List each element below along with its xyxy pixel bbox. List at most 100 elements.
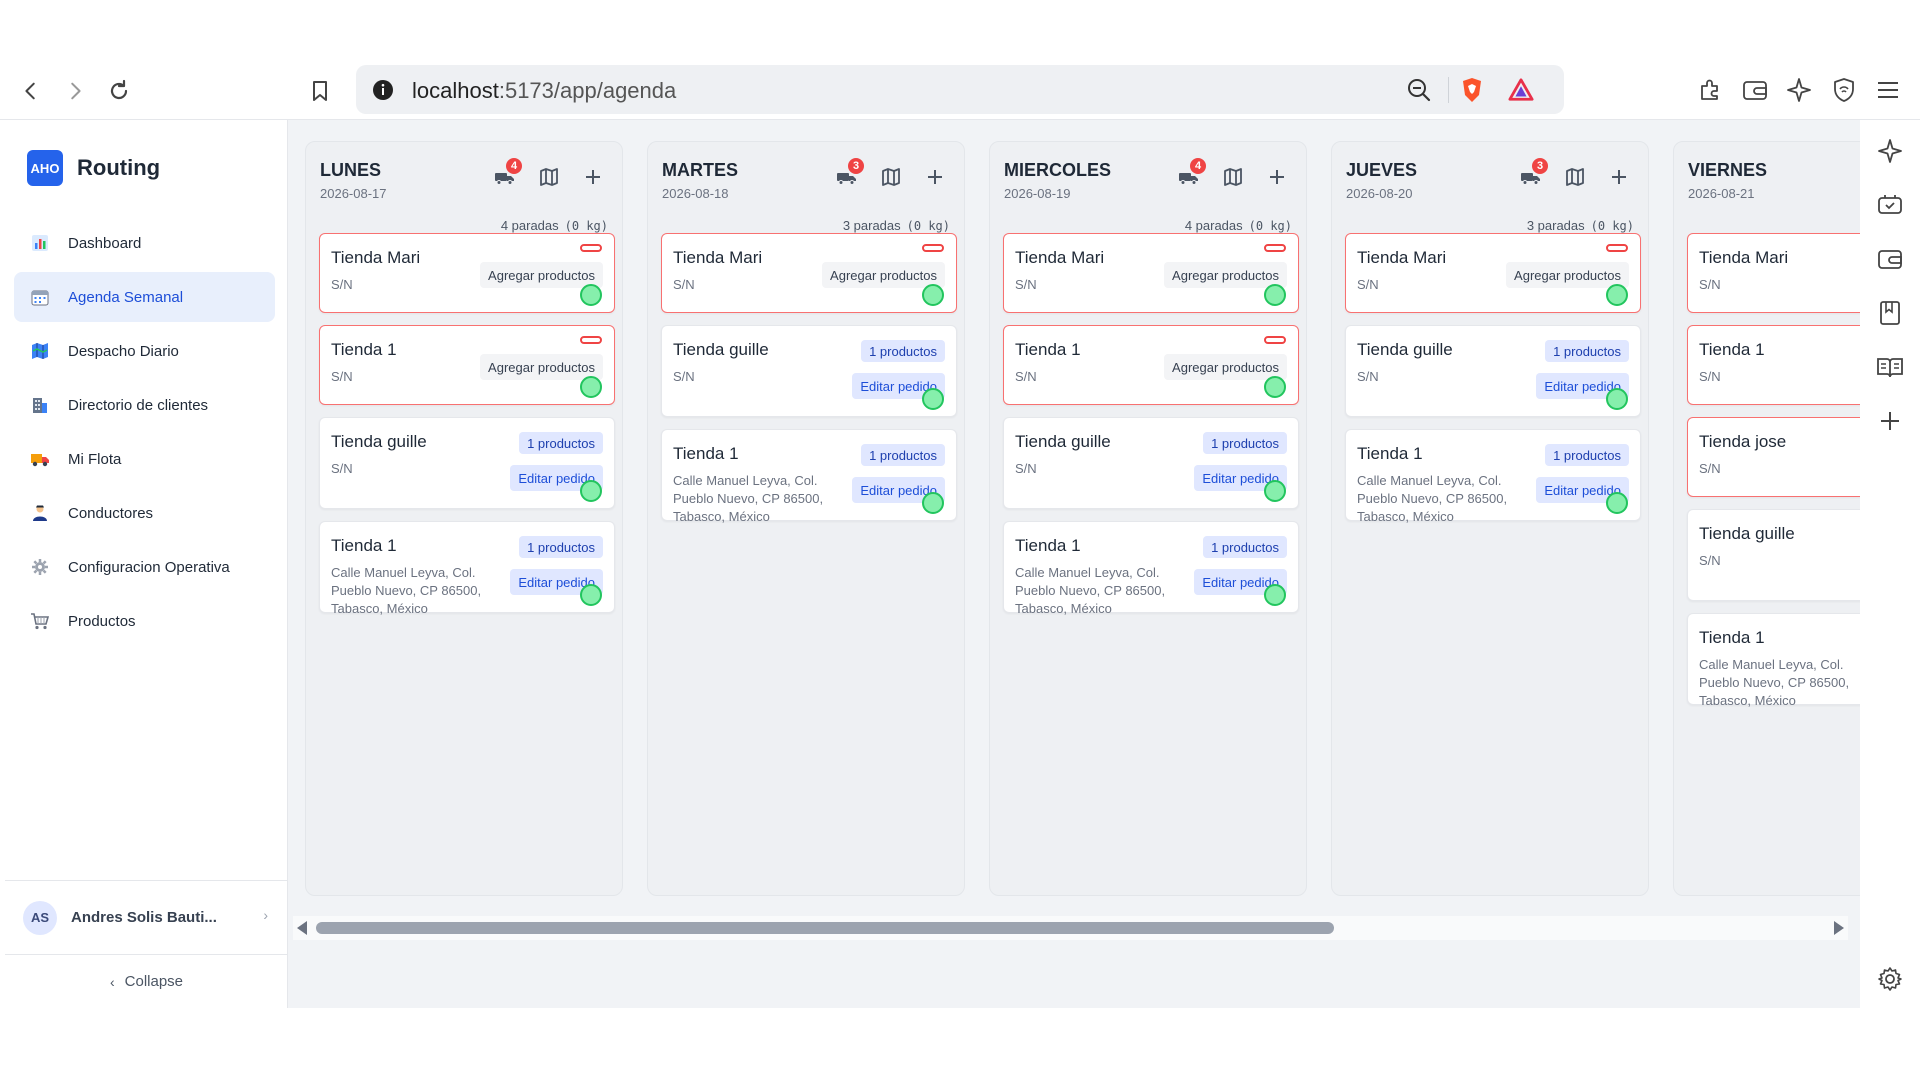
status-ok-icon xyxy=(1606,388,1628,410)
add-stop-button[interactable] xyxy=(578,164,608,194)
stop-card[interactable]: Tienda 1 S/N Agregar productos xyxy=(1003,325,1299,405)
remove-stop-icon[interactable] xyxy=(1264,244,1286,252)
stop-card[interactable]: Tienda Mari S/N Agregar productos xyxy=(661,233,957,313)
brave-rewards-icon[interactable] xyxy=(1508,77,1534,103)
stop-card[interactable]: Tienda MariS/NAg xyxy=(1687,233,1860,313)
stop-card[interactable]: Tienda 1 Calle Manuel Leyva, Col. Pueblo … xyxy=(1003,521,1299,616)
sidebar-item-despacho-diario[interactable]: Despacho Diario xyxy=(14,326,275,376)
scroll-right-icon[interactable] xyxy=(1834,921,1844,935)
add-products-button[interactable]: Agregar productos xyxy=(1164,262,1287,288)
leo-ai-icon[interactable] xyxy=(1783,74,1815,106)
assign-truck-button[interactable]: 4 xyxy=(490,158,522,194)
scrollbar-thumb[interactable] xyxy=(316,922,1334,934)
horizontal-scrollbar[interactable] xyxy=(293,916,1848,940)
menu-icon[interactable] xyxy=(1872,74,1904,106)
site-info-icon[interactable] xyxy=(370,77,396,103)
stop-card[interactable]: Tienda 1 Calle Manuel Leyva, Col. Pueblo … xyxy=(319,521,615,616)
add-stop-button[interactable] xyxy=(1604,164,1634,194)
add-products-button[interactable]: Agregar productos xyxy=(1164,354,1287,380)
remove-stop-icon[interactable] xyxy=(580,244,602,252)
forward-icon[interactable] xyxy=(58,74,92,108)
add-icon[interactable] xyxy=(1876,407,1904,435)
day-date: 2026-08-19 xyxy=(1004,186,1071,201)
sidebar-item-conductores[interactable]: Conductores xyxy=(14,488,275,538)
collapse-button[interactable]: ‹ Collapse xyxy=(5,954,288,1008)
store-name: Tienda 1 xyxy=(331,536,397,555)
window-bottom xyxy=(0,1008,1920,1080)
view-map-button[interactable] xyxy=(534,164,564,194)
remove-stop-icon[interactable] xyxy=(580,336,602,344)
sidebar-item-productos[interactable]: Productos xyxy=(14,596,275,646)
stop-card[interactable]: Tienda guille S/N 1 productos Editar pedido xyxy=(319,417,615,509)
sidebar-item-directorio-de-clientes[interactable]: Directorio de clientes xyxy=(14,380,275,430)
add-products-button[interactable]: Agregar productos xyxy=(1506,262,1629,288)
talk-icon[interactable] xyxy=(1876,191,1904,219)
add-products-button[interactable]: Agregar productos xyxy=(480,354,603,380)
sidebar-item-configuracion-operativa[interactable]: Configuracion Operativa xyxy=(14,542,275,592)
extensions-icon[interactable] xyxy=(1694,74,1726,106)
stop-card[interactable]: Tienda Mari S/N Agregar productos xyxy=(1003,233,1299,313)
products-count-badge: 1 productos xyxy=(1545,340,1629,362)
assign-truck-button[interactable]: 3 xyxy=(1516,158,1548,194)
remove-stop-icon[interactable] xyxy=(922,244,944,252)
column-summary: 4 paradas (0 kg) xyxy=(501,218,608,233)
brave-shield-icon[interactable] xyxy=(1459,77,1485,103)
settings-gear-icon[interactable] xyxy=(1876,965,1904,993)
zoom-out-icon[interactable] xyxy=(1406,77,1432,103)
status-ok-icon xyxy=(1606,492,1628,514)
stop-card[interactable]: Tienda guille S/N 1 productos Editar pedido xyxy=(1345,325,1641,417)
add-products-button[interactable]: Agregar productos xyxy=(822,262,945,288)
url-text[interactable]: localhost:5173/app/agenda xyxy=(412,78,676,104)
back-icon[interactable] xyxy=(14,74,48,108)
stop-card[interactable]: Tienda guille S/N 1 productos Editar pedido xyxy=(1003,417,1299,509)
reload-icon[interactable] xyxy=(102,74,136,108)
remove-stop-icon[interactable] xyxy=(1264,336,1286,344)
browser-toolbar: localhost:5173/app/agenda xyxy=(0,60,1920,120)
map-book-icon xyxy=(30,341,50,361)
add-stop-button[interactable] xyxy=(1262,164,1292,194)
bookmarks-icon[interactable] xyxy=(1876,299,1904,327)
building-icon xyxy=(30,395,50,415)
user-profile[interactable]: AS Andres Solis Bauti... › xyxy=(5,880,288,954)
stop-card[interactable]: Tienda guille S/N 1 productos Editar pedido xyxy=(661,325,957,417)
remove-stop-icon[interactable] xyxy=(1606,244,1628,252)
stop-card[interactable]: Tienda joseS/NAg xyxy=(1687,417,1860,497)
status-ok-icon xyxy=(580,284,602,306)
leo-icon[interactable] xyxy=(1876,137,1904,165)
url-divider xyxy=(1448,77,1449,103)
weekly-board: LUNES 2026-08-17 4 4 paradas (0 kg) Tienda Ma… xyxy=(305,141,1860,896)
address-bar[interactable]: localhost:5173/app/agenda xyxy=(356,65,1564,114)
stops-count: 4 paradas xyxy=(1184,218,1243,233)
vpn-shield-icon[interactable] xyxy=(1828,74,1860,106)
bookmark-icon[interactable] xyxy=(303,74,337,108)
view-map-button[interactable] xyxy=(1560,164,1590,194)
stop-card[interactable]: Tienda 1 Calle Manuel Leyva, Col. Pueblo … xyxy=(1687,613,1860,708)
stop-card[interactable]: Tienda 1 Calle Manuel Leyva, Col. Pueblo … xyxy=(661,429,957,524)
products-count-badge: 1 productos xyxy=(519,536,603,558)
day-column-miercoles: MIERCOLES 2026-08-19 4 4 paradas (0 kg) Tiend… xyxy=(989,141,1307,896)
stops-count: 4 paradas xyxy=(500,218,559,233)
store-address: S/N xyxy=(673,369,695,384)
scroll-left-icon[interactable] xyxy=(297,921,307,935)
sidebar-item-agenda-semanal[interactable]: Agenda Semanal xyxy=(14,272,275,322)
stop-card[interactable]: Tienda Mari S/N Agregar productos xyxy=(319,233,615,313)
view-map-button[interactable] xyxy=(1218,164,1248,194)
sidebar-item-dashboard[interactable]: Dashboard xyxy=(14,218,275,268)
view-map-button[interactable] xyxy=(876,164,906,194)
store-name: Tienda 1 xyxy=(673,444,739,463)
assign-truck-button[interactable]: 3 xyxy=(832,158,864,194)
brand[interactable]: AHO Routing xyxy=(27,150,160,186)
add-products-button[interactable]: Agregar productos xyxy=(480,262,603,288)
stop-card[interactable]: Tienda 1 S/N Agregar productos xyxy=(319,325,615,405)
stop-card[interactable]: Tienda guille S/N xyxy=(1687,509,1860,601)
stop-card[interactable]: Tienda Mari S/N Agregar productos xyxy=(1345,233,1641,313)
stop-card[interactable]: Tienda 1S/NAg xyxy=(1687,325,1860,405)
wallet-icon[interactable] xyxy=(1739,74,1771,106)
stop-card[interactable]: Tienda 1 Calle Manuel Leyva, Col. Pueblo … xyxy=(1345,429,1641,524)
stop-count-badge: 3 xyxy=(848,158,864,174)
add-stop-button[interactable] xyxy=(920,164,950,194)
sidebar-item-mi-flota[interactable]: Mi Flota xyxy=(14,434,275,484)
reading-list-icon[interactable] xyxy=(1876,353,1904,381)
rail-wallet-icon[interactable] xyxy=(1876,245,1904,273)
assign-truck-button[interactable]: 4 xyxy=(1174,158,1206,194)
